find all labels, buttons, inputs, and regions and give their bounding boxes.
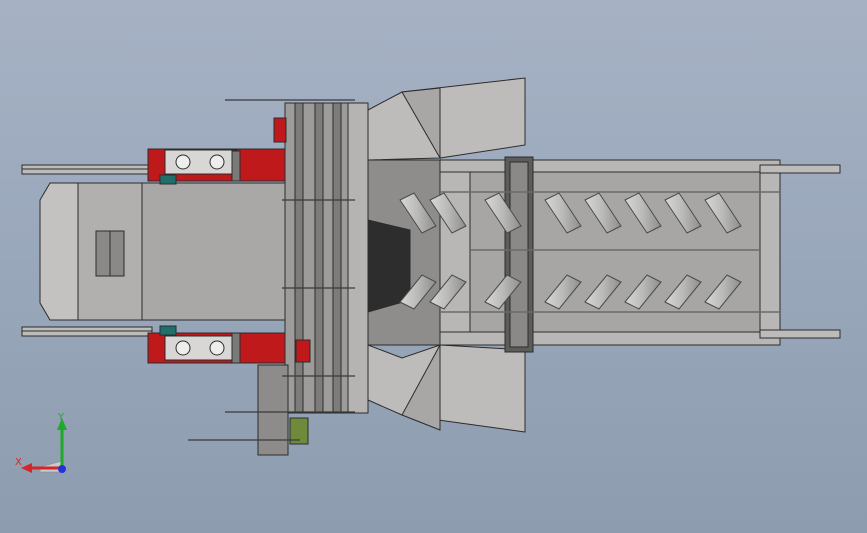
side-rail-top (21, 164, 153, 175)
cad-graphics-viewport[interactable]: Y X (0, 0, 867, 533)
front-chute-lower (367, 344, 526, 433)
machine-model-top-view[interactable] (0, 0, 867, 533)
throat-funnel (367, 159, 441, 346)
front-chute-upper (367, 77, 526, 161)
y-axis-label: Y (58, 412, 65, 423)
drive-unit-top (147, 148, 289, 185)
cross-beam (504, 156, 534, 353)
side-rail-bottom (21, 326, 153, 337)
drive-unit-bottom (147, 325, 289, 364)
rear-hopper (39, 182, 289, 321)
z-axis-dot (58, 465, 66, 473)
axis-triad: Y X (10, 410, 80, 482)
roller-conveyor-frame (439, 159, 781, 346)
inspection-hatch (95, 230, 125, 277)
x-axis-label: X (15, 457, 22, 468)
axis-triad-graphic (21, 418, 67, 473)
